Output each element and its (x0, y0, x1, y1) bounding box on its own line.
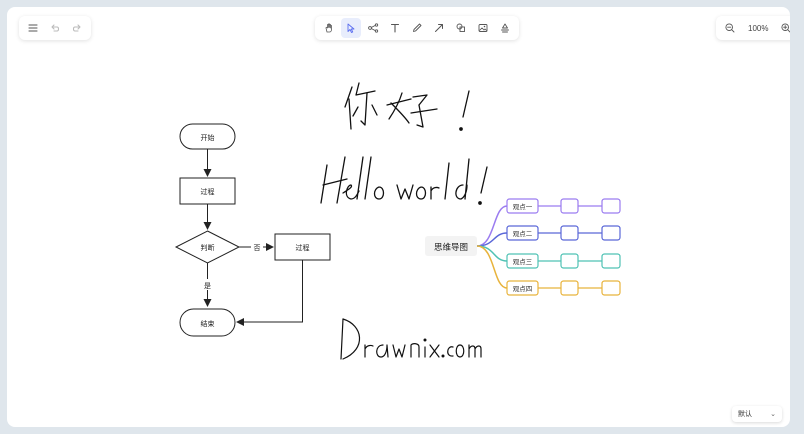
yes-label: 是 (204, 282, 211, 290)
pen-icon[interactable] (407, 18, 427, 38)
board-frame: 开始 过程 判断 否 过程 是 结束 思维导图 观点一 观点二 观点三 观点四 … (7, 7, 790, 427)
handwriting-hello-world[interactable] (320, 156, 488, 205)
shape-icon[interactable] (451, 18, 471, 38)
mindmap-icon[interactable] (363, 18, 383, 38)
app-toolbar (19, 16, 91, 40)
zoom-level[interactable]: 100% (742, 24, 774, 33)
mindmap-root-label: 思维导图 (434, 242, 468, 253)
mindmap-node-label: 观点四 (513, 285, 533, 293)
no-label: 否 (254, 244, 261, 252)
zoom-out-icon[interactable] (720, 18, 740, 38)
mindmap-node-label: 观点一 (513, 203, 533, 211)
mindmap-node-label: 观点三 (513, 258, 533, 266)
theme-select[interactable]: 默认 ⌄ (732, 406, 782, 422)
image-icon[interactable] (473, 18, 493, 38)
pointer-icon[interactable] (341, 18, 361, 38)
redo-icon[interactable] (67, 18, 87, 38)
process-label-1: 过程 (201, 187, 215, 196)
branch-3 (476, 245, 508, 262)
creation-toolbar (315, 16, 519, 40)
mindmap-row-4[interactable]: 观点四 (506, 280, 621, 296)
zoom-in-icon[interactable] (776, 18, 790, 38)
handwriting-nihao[interactable] (344, 82, 470, 131)
extra-icon[interactable] (495, 18, 515, 38)
mindmap[interactable]: 思维导图 观点一 观点二 观点三 观点四 (425, 198, 621, 296)
drawing-canvas[interactable]: 开始 过程 判断 否 过程 是 结束 思维导图 观点一 观点二 观点三 观点四 (7, 7, 790, 427)
hand-icon[interactable] (319, 18, 339, 38)
start-label: 开始 (201, 133, 215, 142)
flow-arrow-back (236, 260, 303, 326)
chevron-down-icon: ⌄ (770, 411, 776, 418)
flowchart[interactable]: 开始 过程 判断 否 过程 是 结束 (174, 123, 331, 337)
decision-label: 判断 (201, 243, 215, 252)
mindmap-row-3[interactable]: 观点三 (506, 253, 621, 269)
zoom-toolbar: 100% (716, 16, 790, 40)
process-label-2: 过程 (296, 243, 310, 252)
branch-2 (476, 232, 508, 247)
mindmap-row-1[interactable]: 观点一 (506, 198, 621, 214)
end-label: 结束 (201, 319, 215, 328)
undo-icon[interactable] (45, 18, 65, 38)
mindmap-row-2[interactable]: 观点二 (506, 225, 621, 241)
mindmap-node-label: 观点二 (513, 230, 533, 238)
theme-select-value: 默认 (738, 411, 752, 418)
menu-icon[interactable] (23, 18, 43, 38)
text-icon[interactable] (385, 18, 405, 38)
handwriting-drawnix[interactable] (340, 318, 482, 360)
arrow-icon[interactable] (429, 18, 449, 38)
